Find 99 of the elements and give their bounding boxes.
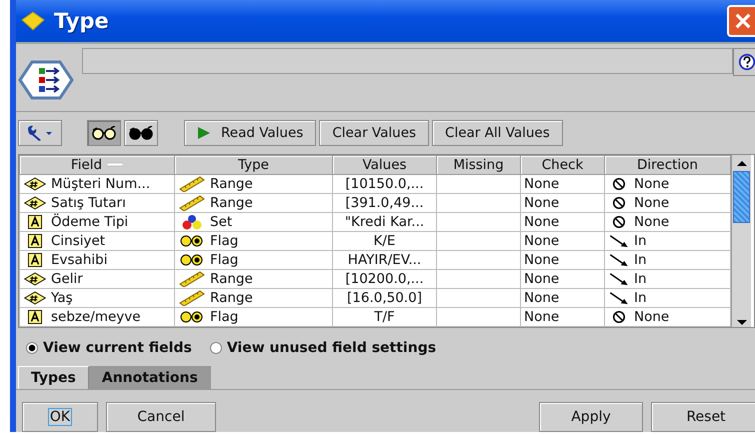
values-cell: [10200.0,...	[345, 271, 424, 287]
tab[interactable]: Types	[18, 366, 89, 389]
check-cell: None	[524, 195, 560, 211]
values-cell: HAYIR/EV...	[348, 252, 422, 268]
no-entry-icon	[612, 177, 626, 191]
ruler-icon	[178, 290, 206, 306]
direction-label: In	[634, 252, 647, 268]
radio-indicator[interactable]	[26, 342, 38, 354]
tools-menu-button[interactable]	[18, 120, 62, 146]
diamond-icon	[20, 11, 46, 31]
help-button[interactable]	[733, 48, 755, 76]
ruler-icon	[178, 176, 206, 192]
values-cell: [391.0,49...	[345, 195, 424, 211]
hide-fields-button[interactable]	[124, 120, 158, 146]
field-name: Müşteri Num...	[51, 176, 150, 192]
column-header[interactable]: Values	[332, 156, 436, 174]
numeric-field-icon	[23, 196, 47, 210]
check-cell: None	[524, 233, 560, 249]
radio-indicator[interactable]	[210, 342, 222, 354]
clear-values-button[interactable]: Clear Values	[319, 120, 430, 146]
direction-label: None	[634, 309, 670, 325]
direction-label: In	[634, 290, 647, 306]
type-label: Set	[210, 214, 232, 230]
no-entry-icon	[612, 310, 626, 324]
wrench-icon	[25, 124, 55, 142]
field-name: Cinsiyet	[51, 233, 106, 249]
down-right-arrow-icon	[608, 291, 630, 305]
numeric-field-icon	[23, 272, 47, 286]
check-cell: None	[524, 290, 560, 306]
column-header[interactable]: Direction	[604, 156, 730, 174]
values-cell: [16.0,50.0]	[347, 290, 422, 306]
direction-label: None	[634, 195, 670, 211]
values-cell: [10150.0,...	[345, 176, 424, 192]
direction-label: In	[634, 233, 647, 249]
annotation-field[interactable]	[82, 48, 733, 74]
down-right-arrow-icon	[608, 234, 630, 248]
direction-label: In	[634, 271, 647, 287]
string-field-icon	[28, 215, 42, 229]
direction-label: None	[634, 176, 670, 192]
no-entry-icon	[612, 196, 626, 210]
values-cell: K/E	[374, 233, 396, 249]
down-right-arrow-icon	[608, 272, 630, 286]
scroll-thumb[interactable]	[733, 171, 750, 223]
clear-values-button[interactable]: Clear All Values	[432, 120, 563, 146]
check-cell: None	[524, 252, 560, 268]
no-entry-icon	[612, 215, 626, 229]
string-field-icon	[28, 310, 42, 324]
string-field-icon	[28, 234, 42, 248]
column-header[interactable]: Field	[20, 156, 174, 174]
reset-button[interactable]: Reset	[651, 402, 755, 432]
type-label: Flag	[210, 309, 238, 325]
ok-button[interactable]: OK	[22, 402, 98, 432]
type-label: Range	[210, 271, 253, 287]
read-values-button[interactable]: Read Values	[184, 120, 316, 146]
numeric-field-icon	[23, 291, 47, 305]
check-cell: None	[524, 214, 560, 230]
field-name: Ödeme Tipi	[51, 214, 128, 230]
play-icon	[197, 126, 211, 140]
help-icon	[738, 53, 755, 71]
column-header[interactable]: Missing	[436, 156, 520, 174]
values-cell: "Kredi Kar...	[344, 214, 424, 230]
apply-button[interactable]: Apply	[539, 402, 643, 432]
field-name: Yaş	[51, 290, 73, 306]
down-right-arrow-icon	[608, 253, 630, 267]
scroll-up-icon[interactable]	[736, 159, 748, 167]
field-name: Satış Tutarı	[51, 195, 126, 211]
ruler-icon	[178, 195, 206, 211]
check-cell: None	[524, 271, 560, 287]
sort-icon	[107, 162, 124, 168]
check-cell: None	[524, 176, 560, 192]
column-header[interactable]: Type	[174, 156, 332, 174]
scrollbar[interactable]	[731, 155, 751, 327]
window-title: Type	[54, 9, 110, 33]
field-name: sebze/meyve	[51, 309, 141, 325]
field-name: Evsahibi	[51, 252, 108, 268]
type-label: Flag	[210, 252, 238, 268]
view-radio[interactable]: View unused field settings	[210, 340, 436, 356]
type-label: Range	[210, 176, 253, 192]
values-cell: T/F	[374, 309, 395, 325]
type-label: Range	[210, 290, 253, 306]
tab[interactable]: Annotations	[88, 366, 211, 389]
direction-label: None	[634, 214, 670, 230]
check-cell: None	[524, 309, 560, 325]
view-radio[interactable]: View current fields	[26, 340, 192, 356]
scroll-down-icon[interactable]	[736, 319, 748, 327]
field-name: Gelir	[51, 271, 83, 287]
cancel-button[interactable]: Cancel	[106, 402, 216, 432]
string-field-icon	[28, 253, 42, 267]
type-label: Range	[210, 195, 253, 211]
node-icon	[18, 60, 74, 100]
glasses-icon	[128, 126, 154, 140]
column-header[interactable]: Check	[520, 156, 604, 174]
glasses-icon	[91, 126, 117, 140]
close-button[interactable]	[727, 5, 755, 37]
ruler-icon	[178, 271, 206, 287]
show-fields-button[interactable]	[87, 120, 121, 146]
close-icon	[734, 12, 752, 30]
type-label: Flag	[210, 233, 238, 249]
numeric-field-icon	[23, 177, 47, 191]
